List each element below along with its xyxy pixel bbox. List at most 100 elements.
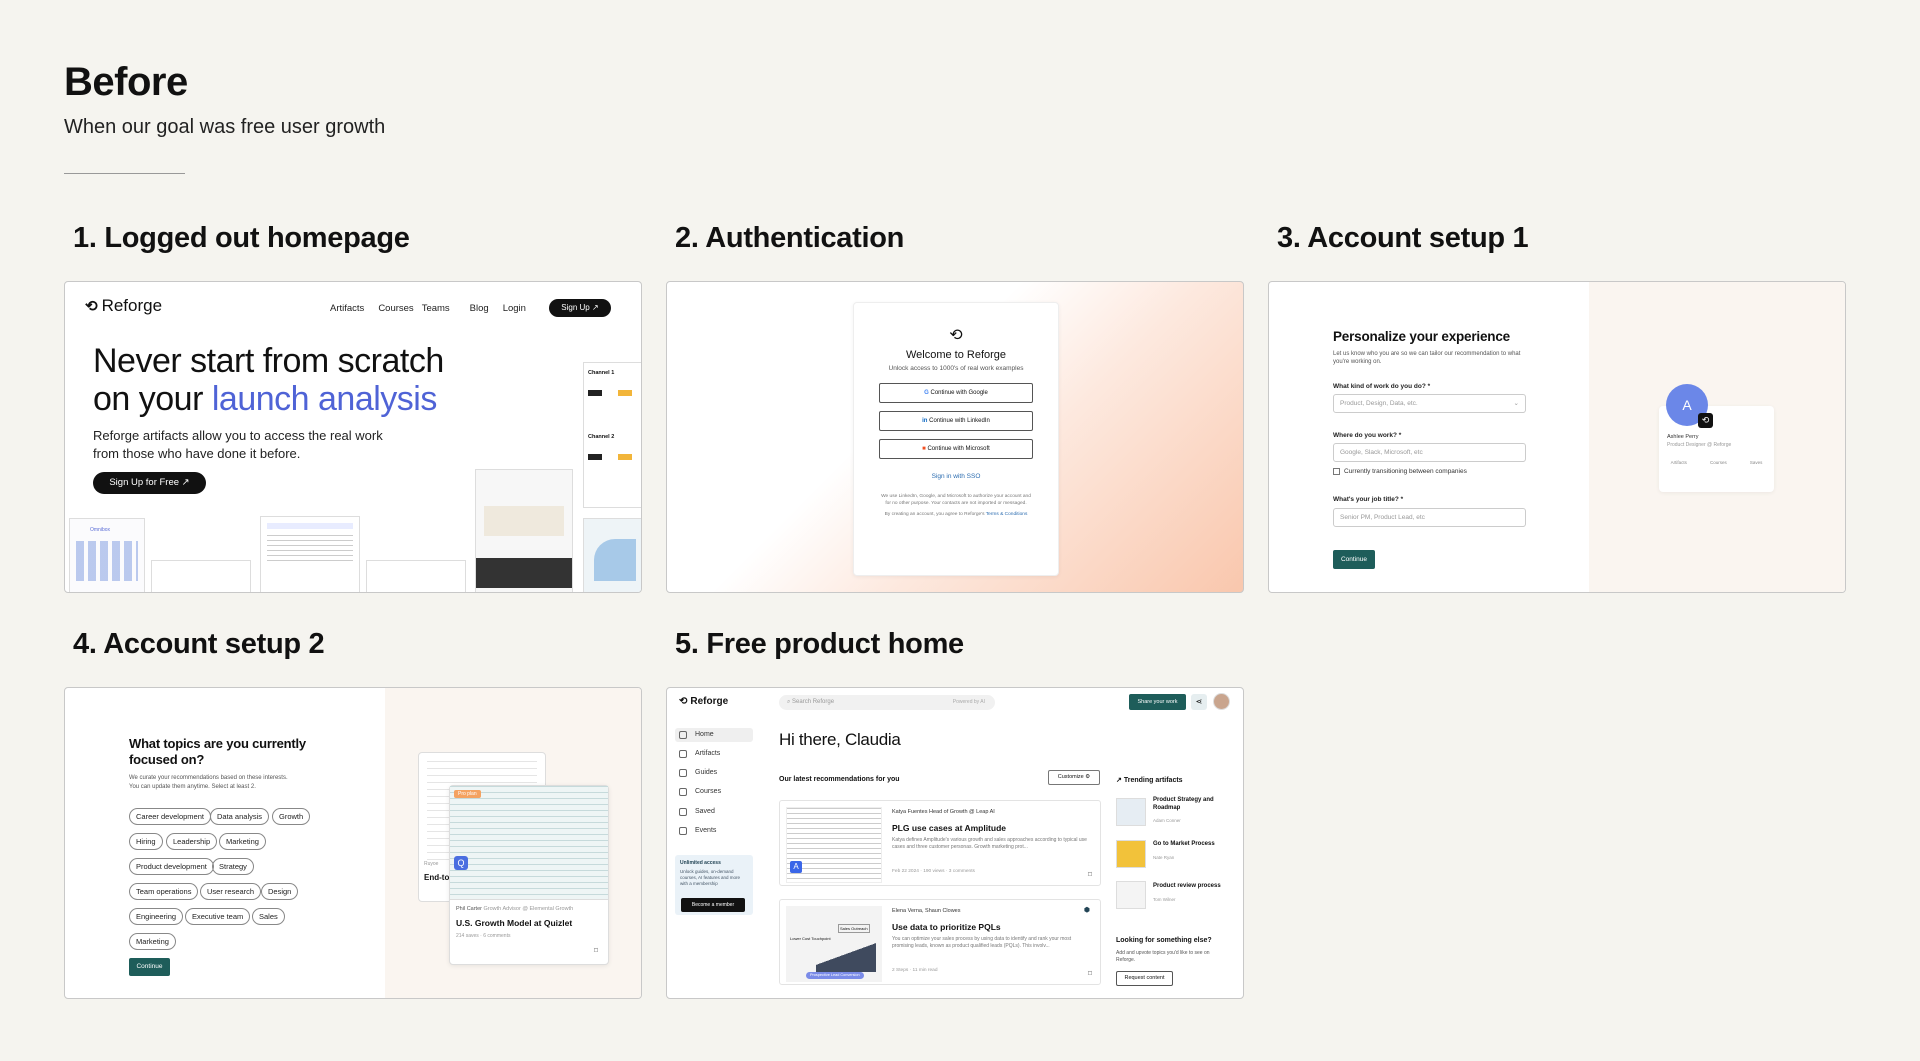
transitioning-checkbox[interactable] — [1333, 468, 1340, 475]
preview-title: U.S. Growth Model at Quizlet — [456, 918, 573, 928]
home-icon — [679, 731, 687, 739]
pro-plan-tag: Pro plan — [454, 790, 481, 798]
request-content-button[interactable]: Request content — [1116, 971, 1173, 986]
page-title: Before — [64, 60, 188, 104]
job-title-input[interactable]: Senior PM, Product Lead, etc — [1333, 508, 1526, 527]
shield-icon: ⬢ — [1083, 907, 1090, 914]
hero-headline-line-1: Never start from scratch — [93, 342, 444, 380]
bookmark-icon[interactable]: ⌑ — [1088, 969, 1092, 978]
nav-teams[interactable]: Teams — [422, 303, 450, 314]
topic-chip-design[interactable]: Design — [261, 883, 299, 900]
topic-chip-hiring[interactable]: Hiring — [129, 833, 163, 850]
customize-label: Customize — [1057, 774, 1084, 780]
trending-item-2-title[interactable]: Go to Market Process — [1153, 841, 1215, 847]
setup2-continue-button[interactable]: Continue — [129, 958, 170, 976]
user-avatar[interactable] — [1213, 693, 1230, 710]
artifact-thumb-6 — [583, 518, 641, 592]
sidebar-item-events[interactable]: Events — [695, 827, 716, 834]
auth-disclaimer: We use LinkedIn, Google, and Microsoft t… — [881, 494, 1031, 506]
topic-chip-growth[interactable]: Growth — [272, 808, 311, 825]
customize-button[interactable]: Customize ⚙ — [1048, 770, 1100, 785]
terms-link[interactable]: Terms & Conditions — [986, 512, 1028, 517]
hero-headline: Never start from scratch on your launch … — [93, 342, 444, 418]
continue-microsoft-label: Continue with Microsoft — [927, 446, 990, 452]
reforge-logo-icon: ⟲ — [679, 696, 688, 707]
artifacts-icon — [679, 750, 687, 758]
topic-chip-career-development[interactable]: Career development — [129, 808, 211, 825]
greeting: Hi there, Claudia — [779, 730, 901, 749]
trending-thumb-3 — [1116, 881, 1146, 909]
amplitude-logo-icon: A — [790, 861, 802, 873]
artifact-thumb-1: Omnibox — [69, 518, 145, 592]
continue-google-button[interactable]: G Continue with Google — [879, 383, 1033, 403]
sidebar-item-guides[interactable]: Guides — [695, 769, 717, 776]
sso-link[interactable]: Sign in with SSO — [854, 473, 1058, 480]
preview-author-role: Growth Advisor @ Elemental Growth — [483, 906, 574, 912]
powered-by-ai: Powered by AI — [952, 699, 985, 705]
become-member-button[interactable]: Become a member — [681, 898, 745, 912]
signup-button[interactable]: Sign Up ↗ — [549, 299, 611, 317]
hero-body-line-2: from those who have done it before. — [93, 446, 301, 461]
setup2-description-line-2: You can update them anytime. Select at l… — [129, 784, 256, 790]
setup2-title: What topics are you currently focused on… — [129, 736, 306, 768]
topic-chip-engineering[interactable]: Engineering — [129, 908, 184, 925]
nav-artifacts[interactable]: Artifacts — [330, 303, 364, 314]
bookmark-icon[interactable]: ⌑ — [1088, 870, 1092, 879]
nav-blog[interactable]: Blog — [470, 303, 489, 314]
transitioning-checkbox-row[interactable]: Currently transitioning between companie… — [1333, 468, 1467, 475]
setup2-description: We curate your recommendations based on … — [129, 774, 288, 792]
topic-chip-user-research[interactable]: User research — [200, 883, 262, 900]
channel-2-label: Channel 2 — [588, 434, 615, 440]
topic-chip-product-development[interactable]: Product development — [129, 858, 214, 875]
bookmark-icon[interactable]: ⌑ — [594, 946, 598, 955]
topic-chip-executive-team[interactable]: Executive team — [185, 908, 251, 925]
quizlet-logo-icon: Q — [454, 856, 468, 870]
setup2-title-line-2: focused on? — [129, 752, 205, 767]
topic-chip-team-operations[interactable]: Team operations — [129, 883, 199, 900]
reforge-logo-icon: ⟲ — [949, 327, 963, 344]
continue-microsoft-button[interactable]: ■ Continue with Microsoft — [879, 439, 1033, 459]
rec2-thumbnail: Lower Cost Touchpoint Sales Outreach Pro… — [786, 906, 882, 982]
artifact-thumb-4 — [366, 560, 466, 592]
work-type-select[interactable]: Product, Design, Data, etc. ⌄ — [1333, 394, 1526, 413]
topic-chip-marketing[interactable]: Marketing — [219, 833, 266, 850]
page-subtitle: When our goal was free user growth — [64, 116, 386, 138]
artifact-preview-card[interactable]: Pro plan Q Phil Carter Growth Advisor @ … — [449, 785, 609, 965]
topic-chip-marketing-2[interactable]: Marketing — [129, 933, 176, 950]
nav-login[interactable]: Login — [503, 303, 526, 314]
continue-linkedin-button[interactable]: in Continue with LinkedIn — [879, 411, 1033, 431]
sidebar-item-saved[interactable]: Saved — [695, 808, 715, 815]
rec1-body: Katya defines Amplitude's various growth… — [892, 837, 1087, 850]
rec1-author: Katya Fuentes Head of Growth @ Leap AI — [892, 809, 995, 815]
nav-courses[interactable]: Courses — [378, 303, 413, 314]
rec2-thumb-label-b: Sales Outreach — [838, 924, 870, 933]
trending-title: Trending artifacts — [1123, 777, 1183, 784]
topic-chip-data-analysis[interactable]: Data analysis — [210, 808, 270, 825]
signup-free-button[interactable]: Sign Up for Free ↗ — [93, 472, 206, 494]
trending-item-3-title[interactable]: Product review process — [1153, 883, 1221, 889]
search-input[interactable]: ⌕ Search Reforge Powered by AI — [779, 695, 995, 710]
chevron-down-icon: ⌄ — [1513, 400, 1519, 407]
auth-subtitle: Unlock access to 1000's of real work exa… — [888, 365, 1024, 372]
share-icon[interactable]: ⋖ — [1191, 694, 1207, 710]
sidebar-item-courses[interactable]: Courses — [695, 788, 721, 795]
sidebar-item-artifacts[interactable]: Artifacts — [695, 750, 720, 757]
preview-stats: 214 saves · 6 comments — [456, 933, 511, 939]
channel-diagram: Channel 1 Channel 2 — [583, 362, 641, 508]
workplace-input[interactable]: Google, Slack, Microsoft, etc — [1333, 443, 1526, 462]
topic-chip-sales[interactable]: Sales — [252, 908, 285, 925]
transitioning-checkbox-label: Currently transitioning between companie… — [1344, 468, 1467, 475]
trending-item-1-title[interactable]: Product Strategy and Roadmap — [1153, 796, 1231, 812]
recommendation-card-2[interactable]: Lower Cost Touchpoint Sales Outreach Pro… — [779, 899, 1101, 985]
setup1-continue-button[interactable]: Continue — [1333, 550, 1375, 569]
section-title-1: 1. Logged out homepage — [73, 222, 410, 254]
share-work-button[interactable]: Share your work — [1129, 694, 1186, 710]
job-title-label: What's your job title? * — [1333, 496, 1404, 503]
trending-icon: ↗ — [1116, 777, 1122, 784]
recommendation-card-1[interactable]: A Katya Fuentes Head of Growth @ Leap AI… — [779, 800, 1101, 886]
topic-chip-leadership[interactable]: Leadership — [166, 833, 218, 850]
sidebar-item-home[interactable]: Home — [695, 731, 714, 738]
brand-name: Reforge — [101, 296, 163, 315]
hero-headline-plain: on your — [93, 380, 212, 418]
topic-chip-strategy[interactable]: Strategy — [212, 858, 254, 875]
